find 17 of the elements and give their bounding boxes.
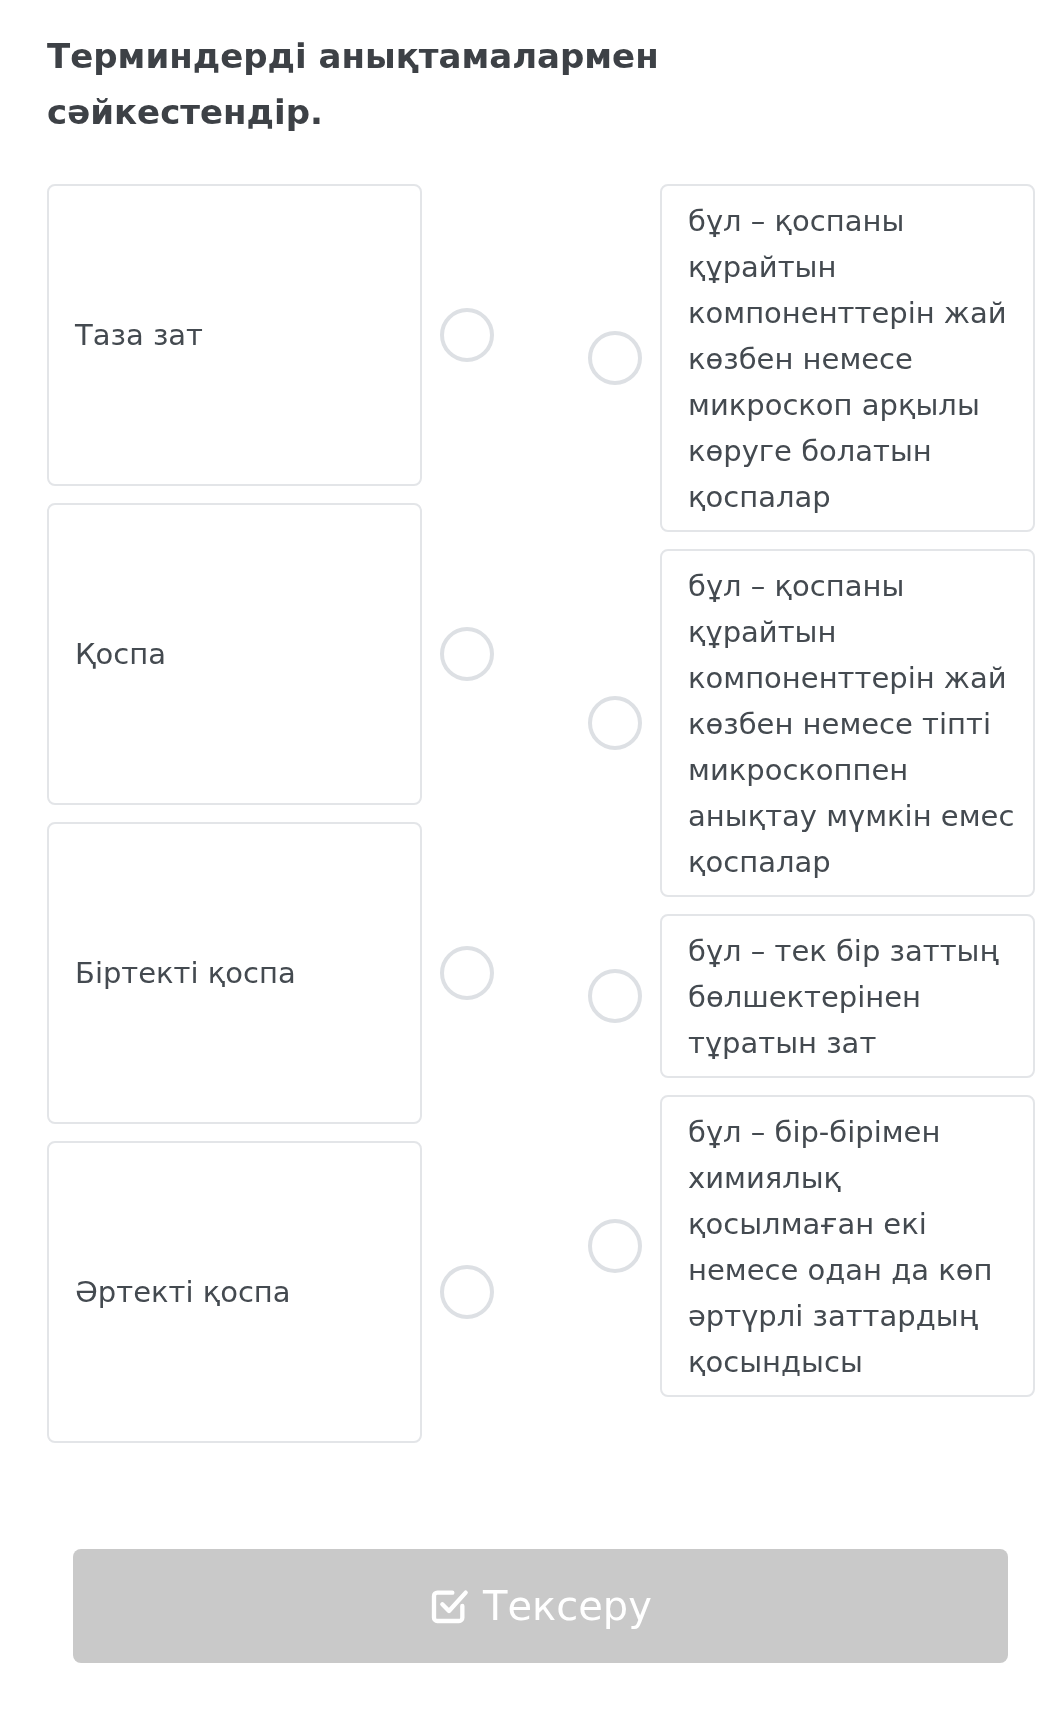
connector-dot[interactable]: [588, 969, 642, 1023]
term-card[interactable]: Әртекті қоспа: [47, 1141, 422, 1443]
connector-dot[interactable]: [440, 308, 494, 362]
definition-card[interactable]: бұл – қоспаны құрайтын компоненттерін жай көзбен немесе тіпті микроскоппен анықтау мүмкін емес қоспалар: [660, 549, 1035, 897]
connector-dot[interactable]: [588, 696, 642, 750]
definition-card[interactable]: бұл – қоспаны құрайтын компоненттерін жай көзбен немесе микроскоп арқылы көруге болатын қоспалар: [660, 184, 1035, 532]
definition-card[interactable]: бұл – бір-бірімен химиялық қосылмаған екі немесе одан да көп әртүрлі заттардың қосындысы: [660, 1095, 1035, 1397]
connector-dot[interactable]: [440, 1265, 494, 1319]
definition-card[interactable]: бұл – тек бір заттың бөлшектерінен тұратын зат: [660, 914, 1035, 1078]
term-card[interactable]: Біртекті қоспа: [47, 822, 422, 1124]
connector-dot[interactable]: [588, 1219, 642, 1273]
term-card[interactable]: Таза зат: [47, 184, 422, 486]
question-title: Терминдерді анықтамалармен сәйкестендір.: [47, 35, 660, 134]
connector-dot[interactable]: [588, 331, 642, 385]
connector-dot[interactable]: [440, 946, 494, 1000]
connector-dot[interactable]: [440, 627, 494, 681]
term-card[interactable]: Қоспа: [47, 503, 422, 805]
